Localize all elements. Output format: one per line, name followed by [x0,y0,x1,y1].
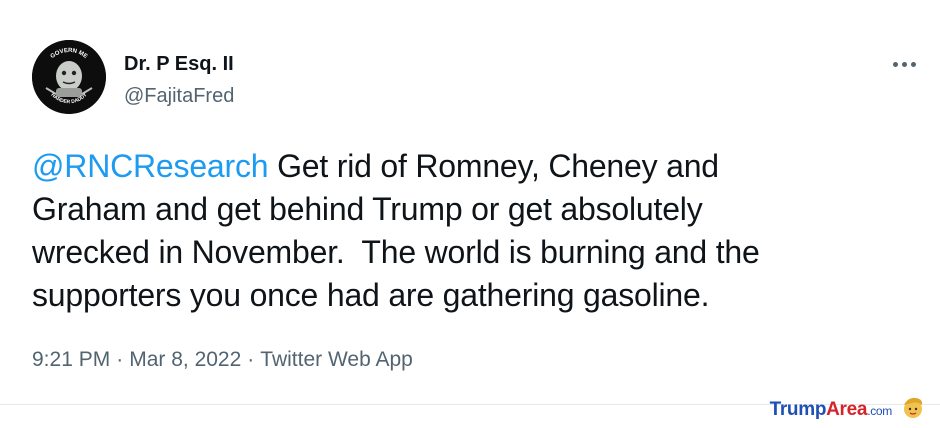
tweet-meta: 9:21 PM · Mar 8, 2022 · Twitter Web App [32,348,413,372]
more-horizontal-icon [901,61,907,67]
watermark-part-area: Area [826,398,868,420]
meta-separator: · [247,348,255,371]
meta-separator: · [116,348,124,371]
watermark: TrumpArea.com [770,395,926,424]
watermark-logo-text: TrumpArea.com [769,398,893,421]
trump-face-icon [900,395,926,424]
user-handle[interactable]: @FajitaFred [124,85,234,108]
tweet-time[interactable]: 9:21 PM [32,348,110,371]
mention-link[interactable]: @RNCResearch [32,148,269,184]
more-options-button[interactable] [886,50,922,78]
tweet-text: @RNCResearch Get rid of Romney, Cheney a… [32,145,892,317]
avatar[interactable]: GOVERN ME HARDER DADDY [32,40,106,114]
more-horizontal-icon [910,61,916,67]
tweet-source[interactable]: Twitter Web App [260,348,413,371]
tweet-date[interactable]: Mar 8, 2022 [129,348,241,371]
tweet-card: GOVERN ME HARDER DADDY Dr. P Esq. II @Fa… [0,0,940,405]
watermark-part-trump: Trump [769,398,827,420]
watermark-part-domain: .com [867,403,892,418]
display-name[interactable]: Dr. P Esq. II [124,53,234,76]
more-horizontal-icon [892,61,898,67]
